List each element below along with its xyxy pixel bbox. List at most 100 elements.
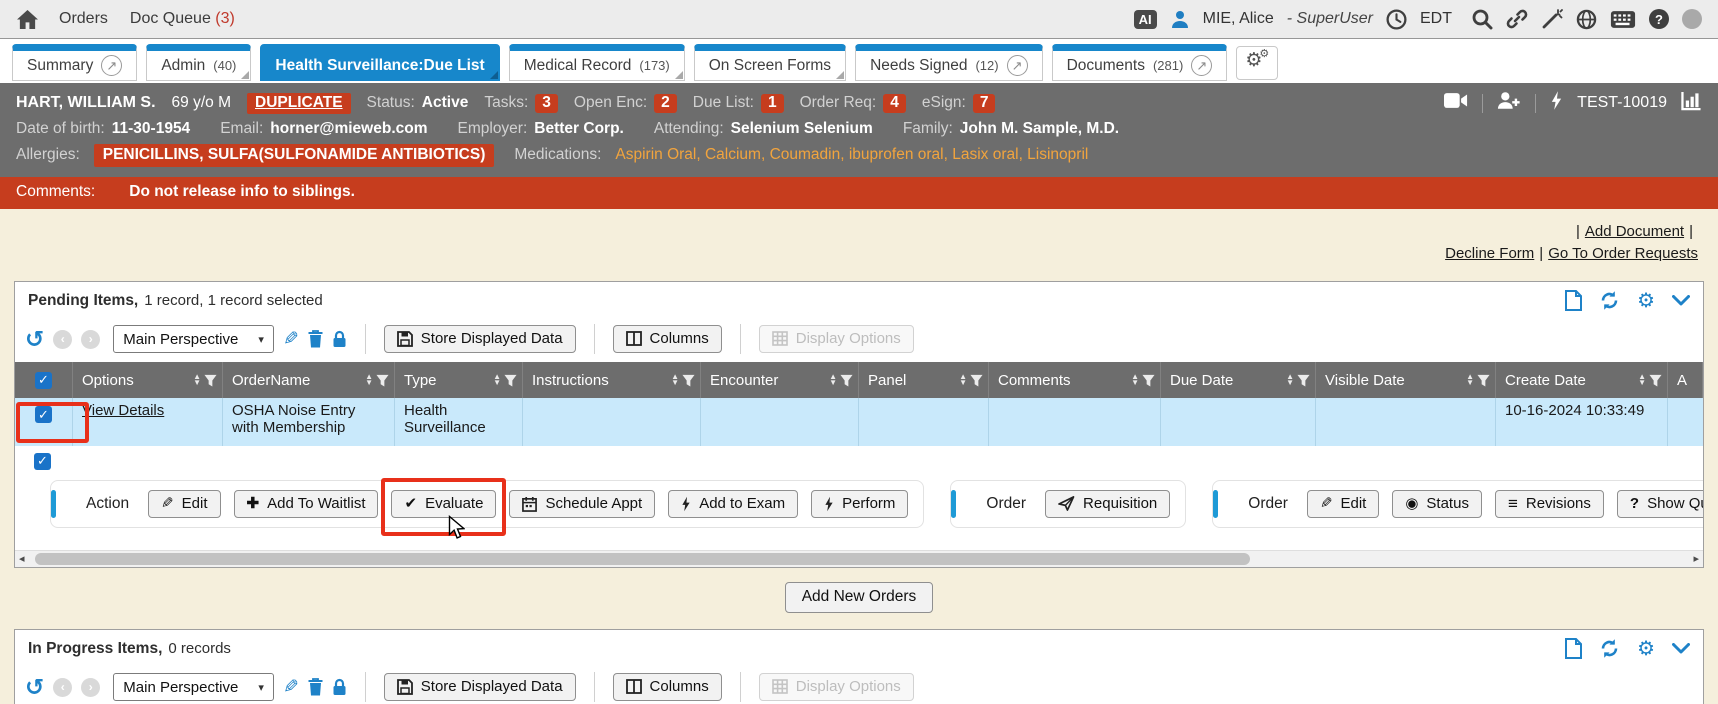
filter-funnel-icon[interactable] [1297, 374, 1310, 387]
schedule-appt-button[interactable]: Schedule Appt [509, 490, 655, 518]
sort-icon[interactable]: ▲▼ [493, 374, 501, 386]
scroll-left-arrow[interactable]: ◂ [19, 554, 25, 565]
refresh-icon[interactable] [1599, 290, 1620, 311]
filter-funnel-icon[interactable] [1477, 374, 1490, 387]
go-to-order-requests-link[interactable]: Go To Order Requests [1548, 245, 1698, 262]
ai-badge[interactable]: AI [1134, 10, 1157, 29]
video-camera-icon[interactable] [1444, 92, 1468, 114]
perspective-select[interactable]: Main Perspective ▾ [113, 673, 274, 701]
breadcrumb-orders[interactable]: Orders [59, 10, 108, 28]
link-icon[interactable] [1506, 8, 1528, 30]
add-person-icon[interactable] [1497, 91, 1521, 115]
undo-icon[interactable]: ↺ [25, 328, 44, 351]
add-new-orders-button[interactable]: Add New Orders [785, 582, 934, 613]
table-row[interactable]: ✓ View Details OSHA Noise Entry with Mem… [15, 398, 1703, 446]
evaluate-button[interactable]: ✔ Evaluate [391, 490, 496, 518]
columns-button[interactable]: Columns [613, 673, 722, 701]
tab-documents[interactable]: Documents (281) ↗ [1052, 44, 1228, 81]
new-document-icon[interactable] [1565, 638, 1582, 659]
decline-form-link[interactable]: Decline Form [1445, 245, 1534, 262]
scrollbar-thumb[interactable] [35, 553, 1250, 565]
open-enc-badge[interactable]: 2 [654, 94, 677, 113]
perspective-select[interactable]: Main Perspective ▾ [113, 325, 274, 353]
edit-perspective-icon[interactable]: ✎ [283, 678, 299, 697]
due-list-badge[interactable]: 1 [761, 94, 784, 113]
add-to-waitlist-button[interactable]: ✚ Add To Waitlist [234, 490, 379, 518]
column-header-options[interactable]: Options ▲▼ [73, 362, 223, 398]
breadcrumb-doc-queue[interactable]: Doc Queue (3) [130, 10, 235, 28]
home-icon[interactable] [16, 9, 39, 30]
view-details-link[interactable]: View Details [82, 402, 164, 419]
sort-icon[interactable]: ▲▼ [1131, 374, 1139, 386]
tab-summary[interactable]: Summary ↗ [12, 44, 137, 81]
sort-icon[interactable]: ▲▼ [671, 374, 679, 386]
column-header-panel[interactable]: Panel ▲▼ [859, 362, 989, 398]
lock-icon[interactable] [332, 678, 347, 696]
perform-button[interactable]: Perform [811, 490, 908, 518]
filter-funnel-icon[interactable] [376, 374, 389, 387]
next-arrow-icon[interactable]: › [81, 330, 100, 349]
sort-icon[interactable]: ▲▼ [365, 374, 373, 386]
store-displayed-data-button[interactable]: Store Displayed Data [384, 673, 576, 701]
lock-icon[interactable] [332, 330, 347, 348]
columns-button[interactable]: Columns [613, 325, 722, 353]
new-document-icon[interactable] [1565, 290, 1582, 311]
column-header-instructions[interactable]: Instructions ▲▼ [523, 362, 701, 398]
order-edit-button[interactable]: ✎ Edit [1307, 490, 1379, 518]
trash-icon[interactable] [308, 330, 323, 348]
help-icon[interactable]: ? [1649, 9, 1669, 29]
order-req-badge[interactable]: 4 [883, 94, 906, 113]
edit-perspective-icon[interactable]: ✎ [283, 330, 299, 349]
requisition-button[interactable]: Requisition [1045, 490, 1170, 518]
tasks-badge[interactable]: 3 [535, 94, 558, 113]
tab-admin[interactable]: Admin (40) [146, 44, 251, 81]
add-document-link[interactable]: Add Document [1585, 223, 1684, 240]
sort-icon[interactable]: ▲▼ [959, 374, 967, 386]
esign-badge[interactable]: 7 [973, 94, 996, 113]
show-questions-button[interactable]: ? Show Questions [1617, 490, 1703, 518]
column-header-partial[interactable]: A [1668, 362, 1703, 398]
column-header-encounter[interactable]: Encounter ▲▼ [701, 362, 859, 398]
user-icon[interactable] [1170, 9, 1190, 29]
filter-funnel-icon[interactable] [504, 374, 517, 387]
next-arrow-icon[interactable]: › [81, 678, 100, 697]
search-icon[interactable] [1471, 8, 1493, 30]
add-to-exam-button[interactable]: Add to Exam [668, 490, 798, 518]
edit-button[interactable]: ✎ Edit [148, 490, 220, 518]
filter-funnel-icon[interactable] [1142, 374, 1155, 387]
bar-chart-icon[interactable] [1681, 91, 1702, 116]
sort-icon[interactable]: ▲▼ [829, 374, 837, 386]
collapse-chevron-icon[interactable] [1672, 295, 1690, 306]
medications-list[interactable]: Aspirin Oral, Calcium, Coumadin, ibuprof… [615, 146, 1088, 164]
duplicate-flag[interactable]: DUPLICATE [247, 93, 351, 114]
user-name[interactable]: MIE, Alice [1203, 10, 1274, 28]
action-row-checkbox[interactable]: ✓ [34, 453, 51, 470]
column-header-type[interactable]: Type ▲▼ [395, 362, 523, 398]
sort-icon[interactable]: ▲▼ [193, 374, 201, 386]
filter-funnel-icon[interactable] [204, 374, 217, 387]
globe-icon[interactable] [1576, 9, 1597, 30]
undo-icon[interactable]: ↺ [25, 676, 44, 699]
select-all-checkbox[interactable]: ✓ [35, 372, 52, 389]
status-button[interactable]: ◉ Status [1392, 490, 1482, 518]
gear-icon[interactable]: ⚙ [1637, 639, 1655, 659]
trash-icon[interactable] [308, 678, 323, 696]
tab-health-surveillance-due-list[interactable]: Health Surveillance:Due List [260, 44, 499, 81]
gear-icon[interactable]: ⚙ [1637, 291, 1655, 311]
sort-icon[interactable]: ▲▼ [1286, 374, 1294, 386]
filter-funnel-icon[interactable] [840, 374, 853, 387]
collapse-chevron-icon[interactable] [1672, 643, 1690, 654]
filter-funnel-icon[interactable] [970, 374, 983, 387]
allergies-value[interactable]: PENICILLINS, SULFA(SULFONAMIDE ANTIBIOTI… [94, 144, 495, 167]
revisions-button[interactable]: ≡ Revisions [1495, 490, 1604, 518]
sort-icon[interactable]: ▲▼ [1638, 374, 1646, 386]
refresh-icon[interactable] [1599, 638, 1620, 659]
column-header-visible-date[interactable]: Visible Date ▲▼ [1316, 362, 1496, 398]
horizontal-scrollbar[interactable]: ◂ ▸ [15, 550, 1703, 567]
avatar[interactable] [1682, 9, 1702, 29]
column-header-comments[interactable]: Comments ▲▼ [989, 362, 1161, 398]
column-header-create-date[interactable]: Create Date ▲▼ [1496, 362, 1668, 398]
tab-medical-record[interactable]: Medical Record (173) [509, 44, 685, 81]
tab-needs-signed[interactable]: Needs Signed (12) ↗ [855, 44, 1043, 81]
clock-icon[interactable] [1386, 9, 1407, 30]
